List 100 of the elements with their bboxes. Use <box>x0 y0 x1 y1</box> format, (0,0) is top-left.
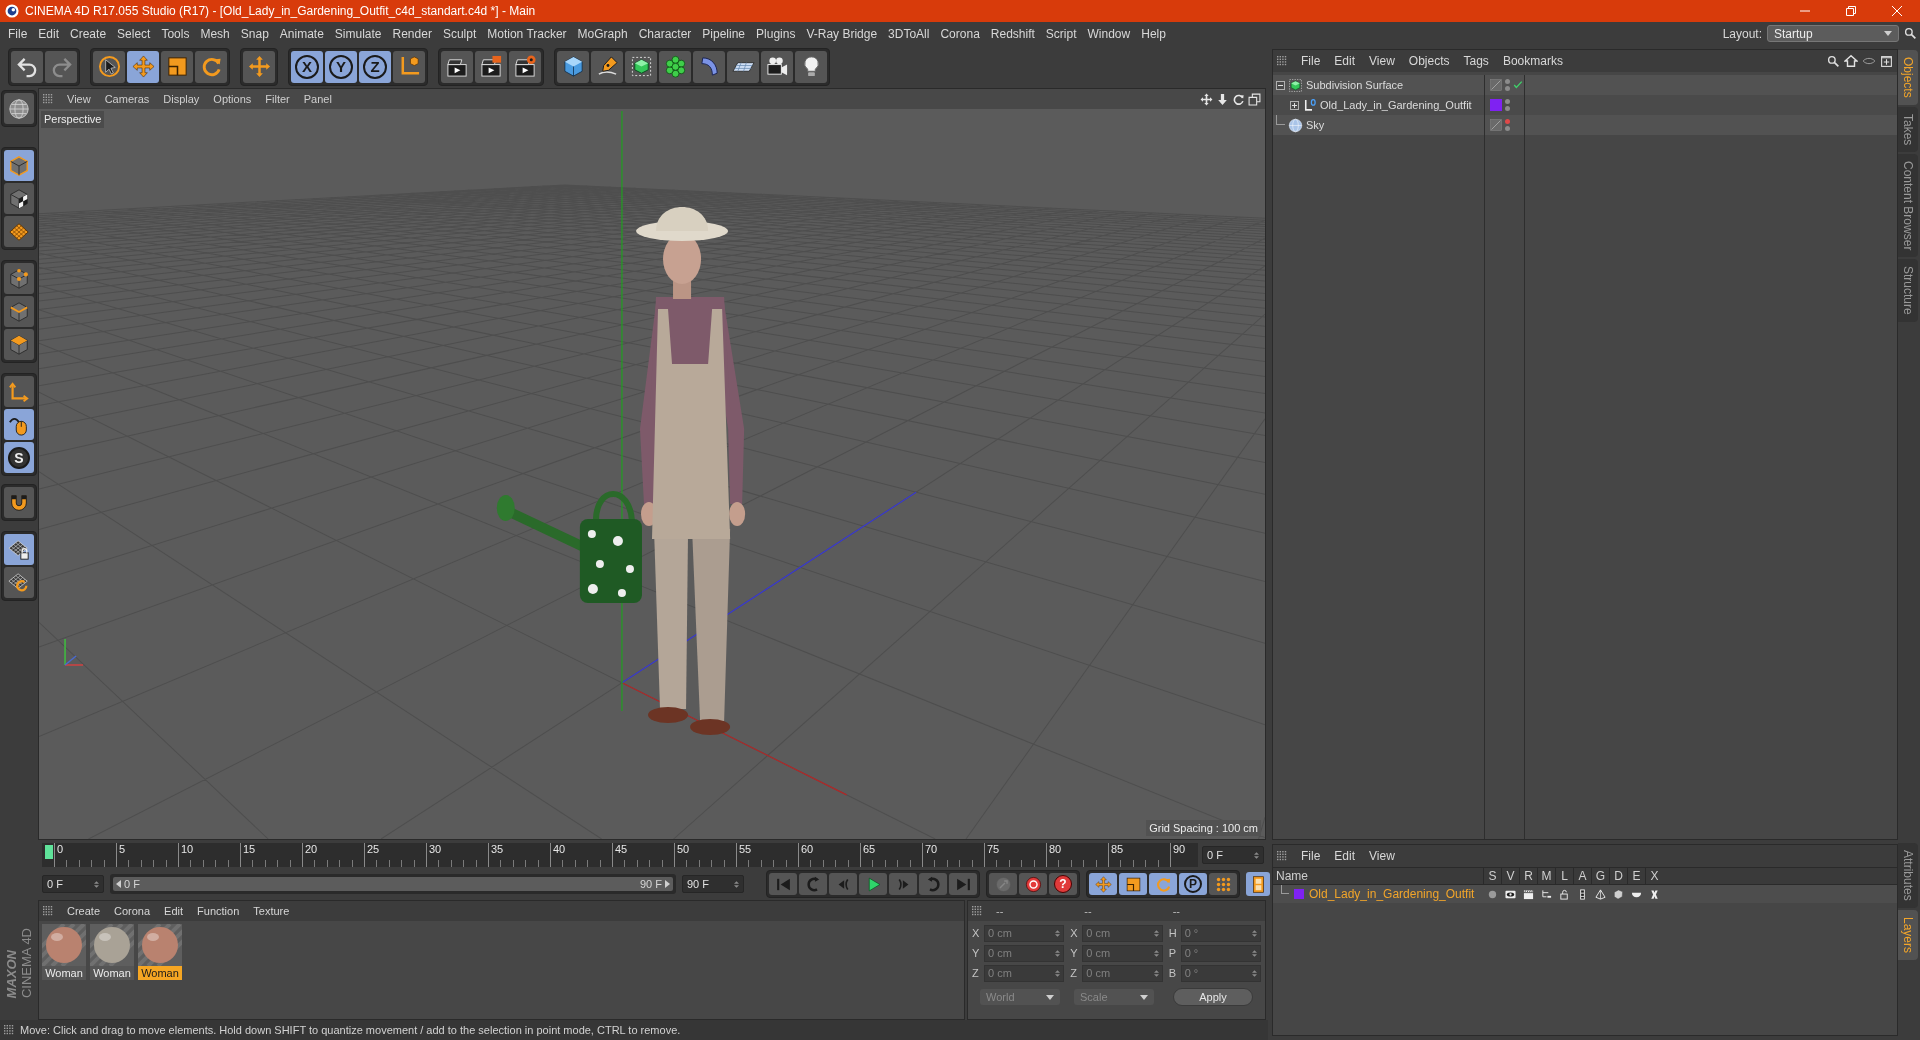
menu-item[interactable]: Render <box>392 24 432 43</box>
tool-button[interactable] <box>441 50 473 83</box>
side-tab[interactable]: Attributes <box>1898 843 1918 908</box>
material-tile[interactable]: Woman <box>90 924 134 980</box>
material-tile[interactable]: Woman <box>138 924 182 980</box>
tool-button[interactable] <box>659 50 691 83</box>
layout-dropdown[interactable]: Startup <box>1767 25 1899 42</box>
tool-button[interactable]: ? <box>1049 873 1077 895</box>
frame-field[interactable]: 0 F <box>42 875 104 893</box>
menu-item[interactable]: V-Ray Bridge <box>806 24 878 43</box>
solo-dot-icon[interactable] <box>1486 888 1498 900</box>
menu-item[interactable]: 3DToAll <box>888 24 930 43</box>
menu-item[interactable]: View <box>67 90 91 108</box>
object-row[interactable]: Sky <box>1273 115 1897 135</box>
menu-item[interactable]: Corona <box>940 24 980 43</box>
menu-item[interactable]: Sculpt <box>442 24 477 43</box>
menu-item[interactable]: Mesh <box>200 24 230 43</box>
tool-button[interactable] <box>761 50 793 83</box>
menu-item[interactable]: Animate <box>279 24 324 43</box>
menu-item[interactable]: Window <box>1087 24 1131 43</box>
search-icon[interactable] <box>1904 27 1917 40</box>
tool-button[interactable]: P <box>1179 873 1207 895</box>
tool-button[interactable] <box>4 183 34 214</box>
layer-color-swatch[interactable] <box>1490 99 1502 111</box>
menu-item[interactable]: Pipeline <box>702 24 746 43</box>
menu-item[interactable]: Edit <box>1334 847 1356 865</box>
tool-button[interactable] <box>195 50 227 83</box>
menu-item[interactable]: Options <box>213 90 252 108</box>
tool-button[interactable] <box>161 50 193 83</box>
tool-button[interactable] <box>393 50 425 83</box>
down-arrow-icon[interactable] <box>1216 92 1229 106</box>
menu-item[interactable]: Panel <box>303 90 332 108</box>
check-icon[interactable] <box>1513 80 1523 90</box>
layer-row[interactable]: Old_Lady_in_Gardening_Outfit <box>1273 885 1897 903</box>
menu-item[interactable]: Tools <box>161 24 190 43</box>
object-row[interactable]: Subdivision Surface <box>1273 75 1897 95</box>
rotate-icon[interactable] <box>1232 92 1245 106</box>
hierarchy-icon[interactable] <box>1540 888 1552 900</box>
menu-item[interactable]: Function <box>197 902 240 920</box>
menu-item[interactable]: Display <box>163 90 200 108</box>
maximize-icon[interactable] <box>1248 92 1261 106</box>
tool-button[interactable] <box>1246 872 1270 896</box>
playhead-handle[interactable] <box>45 845 53 859</box>
apply-button[interactable]: Apply <box>1173 988 1253 1006</box>
tool-button[interactable] <box>795 50 827 83</box>
tool-button[interactable]: X <box>291 50 323 83</box>
frame-field[interactable]: 90 F <box>682 875 744 893</box>
tool-button[interactable] <box>4 534 34 565</box>
menu-item[interactable]: Redshift <box>990 24 1035 43</box>
x-shape-icon[interactable] <box>1648 888 1660 900</box>
tool-button[interactable]: Z <box>359 50 391 83</box>
object-row[interactable]: Old_Lady_in_Gardening_Outfit <box>1273 95 1897 115</box>
menu-item[interactable]: Edit <box>1334 52 1356 70</box>
tool-button[interactable] <box>557 50 589 83</box>
tool-button[interactable] <box>625 50 657 83</box>
material-tile[interactable]: Woman <box>42 924 86 980</box>
polygon-shape-icon[interactable] <box>1612 888 1624 900</box>
tool-button[interactable] <box>509 50 541 83</box>
menu-item[interactable]: Create <box>70 24 107 43</box>
menu-item[interactable]: Tags <box>1463 52 1489 70</box>
side-tab[interactable]: Layers <box>1898 909 1918 960</box>
menu-item[interactable]: Script <box>1045 24 1077 43</box>
tool-button[interactable] <box>727 50 759 83</box>
menu-item[interactable]: Simulate <box>334 24 382 43</box>
tool-button[interactable] <box>93 50 125 83</box>
home-icon[interactable] <box>1844 54 1858 68</box>
collapse-icon[interactable] <box>1276 80 1285 90</box>
side-tab[interactable]: Content Browser <box>1898 154 1918 258</box>
tool-button[interactable]: S <box>4 442 34 473</box>
menu-item[interactable]: Select <box>117 24 151 43</box>
open-lock-icon[interactable] <box>1558 888 1570 900</box>
new-panel-icon[interactable] <box>1880 54 1893 68</box>
menu-item[interactable]: Motion Tracker <box>487 24 567 43</box>
menu-item[interactable]: Character <box>638 24 692 43</box>
layer-color-swatch[interactable] <box>1294 889 1304 899</box>
menu-item[interactable]: View <box>1369 847 1395 865</box>
side-tab[interactable]: Objects <box>1898 50 1918 105</box>
menu-item[interactable]: Snap <box>240 24 269 43</box>
menu-item[interactable]: Plugins <box>756 24 796 43</box>
menu-item[interactable]: Create <box>67 902 101 920</box>
pyramid-icon[interactable] <box>1594 888 1606 900</box>
eye-icon[interactable] <box>1504 888 1516 900</box>
menu-item[interactable]: Filter <box>265 90 290 108</box>
menu-item[interactable]: View <box>1369 52 1395 70</box>
menu-item[interactable]: File <box>1301 847 1321 865</box>
tool-button[interactable] <box>1119 873 1147 895</box>
tool-button[interactable] <box>127 50 159 83</box>
menu-item[interactable]: Edit <box>164 902 184 920</box>
menu-item[interactable]: Bookmarks <box>1502 52 1563 70</box>
search-icon[interactable] <box>1827 54 1840 68</box>
tool-button[interactable]: Y <box>325 50 357 83</box>
menu-item[interactable]: File <box>8 24 28 43</box>
expand-icon[interactable] <box>1290 100 1299 110</box>
menu-item[interactable]: Cameras <box>104 90 150 108</box>
tool-button[interactable] <box>1019 873 1047 895</box>
menu-item[interactable]: Texture <box>253 902 290 920</box>
tool-button[interactable] <box>475 50 507 83</box>
side-tab[interactable]: Structure <box>1898 259 1918 323</box>
timeline-ruler[interactable]: 0 5 10 15 20 25 30 35 40 45 50 55 60 65 70 75 80 85 90 <box>42 843 1198 867</box>
clapperboard-icon[interactable] <box>1522 888 1534 900</box>
